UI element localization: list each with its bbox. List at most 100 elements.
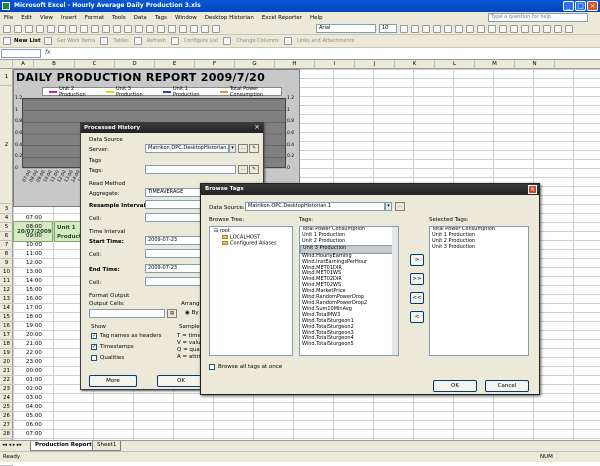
work-items-icon[interactable] — [43, 37, 52, 45]
ask-question-input[interactable]: Type a question for help — [488, 13, 588, 22]
autosum-icon[interactable] — [146, 24, 154, 33]
name-box[interactable] — [1, 49, 41, 58]
tags-input[interactable] — [145, 165, 236, 174]
row-header[interactable]: 23 — [0, 385, 13, 394]
close-icon[interactable]: × — [528, 185, 537, 194]
menu-item-window[interactable]: Window — [175, 15, 197, 21]
time-cell[interactable]: 13:00 — [26, 268, 42, 277]
time-cell[interactable]: 19:00 — [26, 322, 42, 331]
cut-icon[interactable] — [80, 24, 88, 33]
ok-button[interactable]: OK — [157, 375, 205, 387]
row-header[interactable]: 12 — [0, 286, 13, 295]
font-size-select[interactable]: 10 — [379, 24, 397, 33]
currency-icon[interactable] — [477, 24, 485, 33]
server-browse-button[interactable]: ... — [238, 144, 248, 153]
column-header-H[interactable]: H — [275, 60, 315, 69]
percent-icon[interactable] — [488, 24, 496, 33]
time-cell[interactable]: 07:00 — [26, 214, 42, 223]
change-columns-button[interactable]: Change Columns — [234, 38, 281, 44]
row-header[interactable]: 26 — [0, 412, 13, 421]
time-cell[interactable]: 16:00 — [26, 295, 42, 304]
column-header-M[interactable]: M — [475, 60, 515, 69]
close-icon[interactable]: × — [587, 1, 598, 11]
bold-icon[interactable] — [400, 24, 408, 33]
drawing-icon[interactable] — [190, 24, 198, 33]
column-header-C[interactable]: C — [75, 60, 115, 69]
row-header[interactable]: 4 — [0, 214, 13, 223]
chevron-down-icon[interactable]: ▾ — [385, 202, 392, 211]
time-cell[interactable]: 09:00 — [26, 232, 42, 241]
time-cell[interactable]: 02:00 — [26, 385, 42, 394]
column-header-A[interactable]: A — [13, 60, 34, 69]
time-cell[interactable]: 00:00 — [26, 367, 42, 376]
links-attachments-button[interactable]: Links and Attachments — [295, 38, 356, 44]
column-header-L[interactable]: L — [435, 60, 475, 69]
underline-icon[interactable] — [422, 24, 430, 33]
row-header[interactable]: 25 — [0, 403, 13, 412]
remove-tag-button[interactable]: < — [410, 311, 424, 323]
undo-icon[interactable] — [113, 24, 121, 33]
help-icon[interactable] — [212, 24, 220, 33]
new-list-icon[interactable] — [3, 37, 11, 45]
tag-headers-checkbox[interactable]: ✓ — [91, 333, 97, 339]
italic-icon[interactable] — [411, 24, 419, 33]
menu-item-data[interactable]: Data — [134, 15, 147, 21]
fx-icon[interactable]: fx — [45, 49, 51, 56]
merge-icon[interactable] — [466, 24, 474, 33]
refresh-button[interactable]: Refresh — [145, 38, 168, 44]
tab-production-report[interactable]: Production Report — [30, 441, 97, 451]
row-header[interactable]: 20 — [0, 358, 13, 367]
row-header[interactable]: 11 — [0, 277, 13, 286]
menu-item-tags[interactable]: Tags — [155, 15, 167, 21]
row-header[interactable]: 28 — [0, 430, 13, 439]
column-header-K[interactable]: K — [395, 60, 435, 69]
minimize-icon[interactable]: _ — [563, 1, 574, 11]
row-header[interactable]: 1 — [0, 69, 13, 86]
timestamps-checkbox[interactable]: ✓ — [91, 344, 97, 350]
row-header[interactable]: 7 — [0, 241, 13, 250]
time-cell[interactable]: 23:00 — [26, 358, 42, 367]
remove-all-tags-button[interactable]: << — [410, 292, 424, 304]
row-header[interactable]: 18 — [0, 340, 13, 349]
column-header-N[interactable]: N — [515, 60, 555, 69]
chart-wizard-icon[interactable] — [179, 24, 187, 33]
paste-icon[interactable] — [102, 24, 110, 33]
select-all-corner[interactable] — [0, 60, 13, 69]
align-right-icon[interactable] — [455, 24, 463, 33]
row-header[interactable]: 6 — [0, 232, 13, 241]
column-header-J[interactable]: J — [355, 60, 395, 69]
qualities-checkbox[interactable] — [91, 355, 97, 361]
menu-item-desktop-historian[interactable]: Desktop Historian — [205, 15, 254, 21]
ok-button[interactable]: OK — [433, 380, 477, 392]
selected-tags-list[interactable]: Total Power Consumption Unit 1 Production… — [429, 226, 529, 356]
redo-icon[interactable] — [124, 24, 132, 33]
time-cell[interactable]: 04:00 — [26, 403, 42, 412]
row-header[interactable]: 15 — [0, 313, 13, 322]
links-icon[interactable] — [283, 37, 292, 45]
column-header-B[interactable]: B — [34, 60, 75, 69]
decrease-decimal-icon[interactable] — [521, 24, 529, 33]
borders-icon[interactable] — [543, 24, 551, 33]
data-source-select[interactable]: Matrikon.OPC.DesktopHistorian.1 — [245, 202, 385, 211]
sort-desc-icon[interactable] — [168, 24, 176, 33]
row-header[interactable]: 16 — [0, 322, 13, 331]
row-header[interactable]: 21 — [0, 367, 13, 376]
data-source-browse-button[interactable]: ... — [395, 202, 405, 211]
time-cell[interactable]: 15:00 — [26, 286, 42, 295]
save-icon[interactable] — [25, 24, 33, 33]
preview-icon[interactable] — [58, 24, 66, 33]
menu-item-format[interactable]: Format — [85, 15, 104, 21]
print-icon[interactable] — [47, 24, 55, 33]
time-cell[interactable]: 12:00 — [26, 259, 42, 268]
permission-icon[interactable] — [36, 24, 44, 33]
column-header-F[interactable]: F — [195, 60, 235, 69]
tags-browse-button[interactable]: ... — [238, 165, 248, 174]
column-header-G[interactable]: G — [235, 60, 275, 69]
time-cell[interactable]: 08:00 — [26, 223, 42, 232]
copy-icon[interactable] — [91, 24, 99, 33]
time-cell[interactable]: 07:00 — [26, 430, 42, 439]
row-header[interactable]: 8 — [0, 250, 13, 259]
hyperlink-icon[interactable] — [135, 24, 143, 33]
new-icon[interactable] — [3, 24, 11, 33]
chevron-down-icon[interactable]: ▾ — [229, 144, 236, 153]
